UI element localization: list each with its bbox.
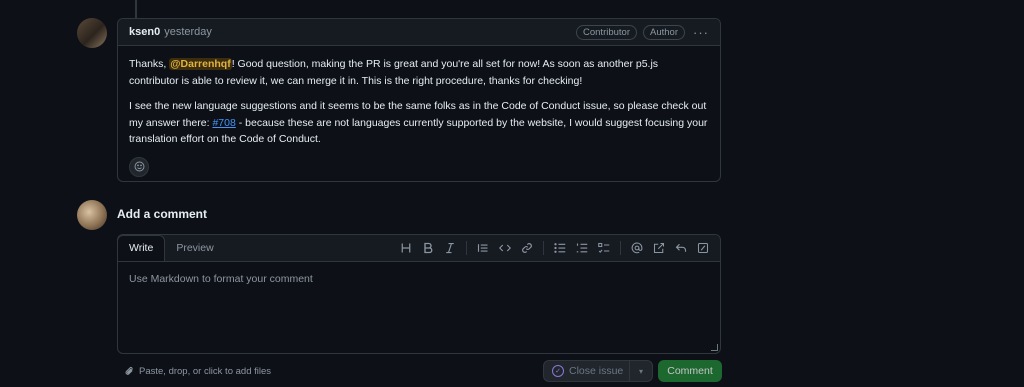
markdown-toolbar [395, 235, 714, 261]
comment-card: ksen0 yesterday Contributor Author ··· T… [117, 18, 721, 182]
contributor-badge: Contributor [576, 24, 637, 40]
heading-icon[interactable] [395, 237, 417, 259]
comment-editor: Write Preview Use Markdown to format you… [117, 234, 721, 354]
quote-icon[interactable] [472, 237, 494, 259]
comment-timestamp[interactable]: yesterday [164, 26, 212, 38]
attach-files[interactable]: Paste, drop, or click to add files [124, 366, 271, 377]
comment-paragraph: Thanks, @Darrenhqf! Good question, makin… [129, 56, 709, 89]
author-badge: Author [643, 24, 685, 40]
toolbar-divider [543, 241, 544, 255]
comment-body: Thanks, @Darrenhqf! Good question, makin… [118, 46, 720, 187]
user-mention[interactable]: @Darrenhqf [169, 58, 232, 70]
mention-icon[interactable] [626, 237, 648, 259]
add-reaction-button[interactable] [129, 156, 149, 177]
toolbar-divider [466, 241, 467, 255]
current-user-avatar[interactable] [77, 200, 107, 230]
tab-write[interactable]: Write [117, 235, 166, 261]
smiley-icon [134, 161, 144, 172]
chevron-down-icon[interactable]: ▾ [629, 361, 652, 381]
add-comment-title: Add a comment [117, 207, 208, 221]
italic-icon[interactable] [439, 237, 461, 259]
reply-icon[interactable] [670, 237, 692, 259]
check-circle-icon: ✓ [552, 365, 564, 377]
attach-files-label: Paste, drop, or click to add files [139, 366, 272, 377]
ordered-list-icon[interactable] [571, 237, 593, 259]
comment-author[interactable]: ksen0 [129, 26, 160, 38]
link-icon[interactable] [516, 237, 538, 259]
text: Thanks, [129, 58, 170, 70]
paperclip-icon [125, 366, 133, 375]
close-issue-label: Close issue [569, 365, 624, 377]
timeline-line [135, 0, 137, 18]
editor-header: Write Preview [117, 235, 720, 262]
cross-reference-icon[interactable] [648, 237, 670, 259]
comment-textarea[interactable]: Use Markdown to format your comment [118, 262, 720, 353]
author-avatar[interactable] [77, 18, 107, 48]
issue-link[interactable]: #708 [212, 117, 235, 129]
bold-icon[interactable] [417, 237, 439, 259]
code-icon[interactable] [494, 237, 516, 259]
toolbar-divider [620, 241, 621, 255]
slash-commands-icon[interactable] [692, 237, 714, 259]
task-list-icon[interactable] [593, 237, 615, 259]
comment-button[interactable]: Comment [658, 360, 722, 382]
comment-header: ksen0 yesterday Contributor Author ··· [118, 19, 720, 46]
close-issue-button[interactable]: ✓ Close issue ▾ [543, 360, 653, 382]
resize-handle[interactable] [711, 344, 718, 351]
more-options-icon[interactable]: ··· [693, 25, 709, 40]
unordered-list-icon[interactable] [549, 237, 571, 259]
comment-paragraph: I see the new language suggestions and i… [129, 98, 709, 148]
tab-preview[interactable]: Preview [165, 236, 224, 261]
